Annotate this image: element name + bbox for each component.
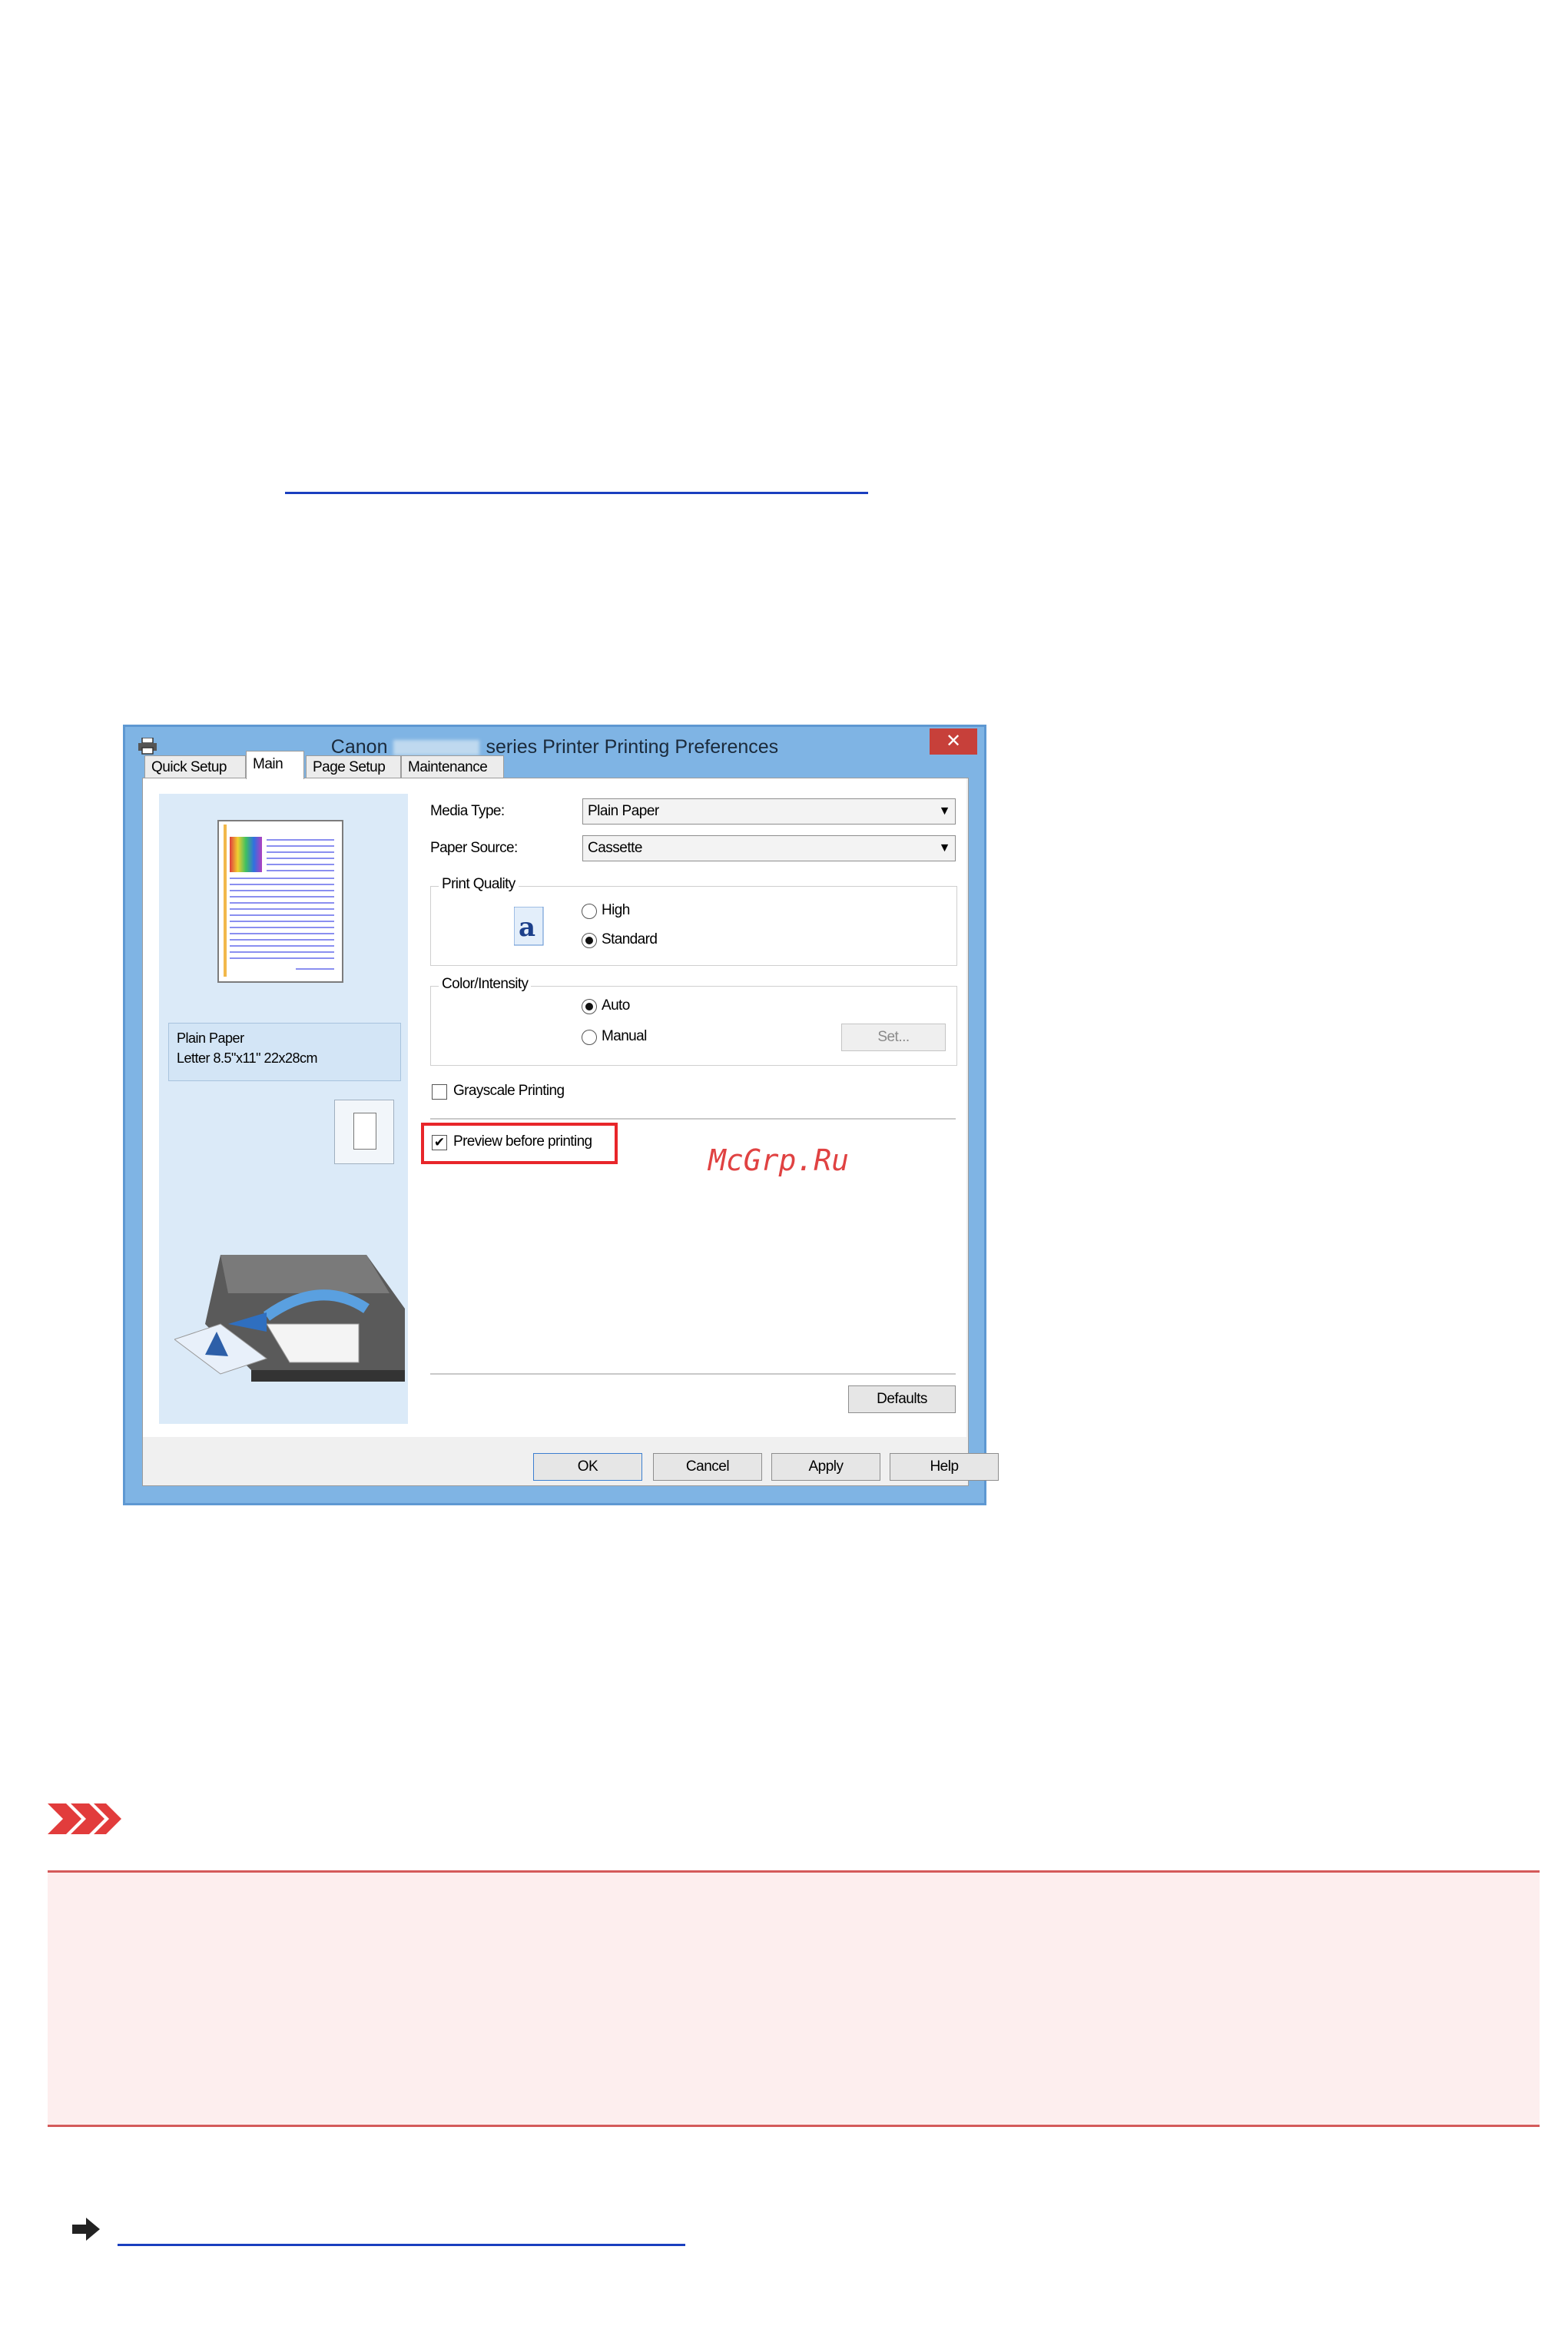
paper-source-value: Cassette xyxy=(588,840,642,856)
preview-checkbox[interactable]: ✔ xyxy=(432,1135,447,1150)
color-auto-label: Auto xyxy=(602,997,630,1014)
paper-info: Plain Paper Letter 8.5"x11" 22x28cm xyxy=(168,1023,401,1081)
color-manual-radio[interactable] xyxy=(582,1030,597,1045)
quality-high-label: High xyxy=(602,902,630,918)
printing-preferences-dialog: Canon series Printer Printing Preferences… xyxy=(123,725,999,1505)
media-type-label: Media Type: xyxy=(430,803,505,819)
help-button[interactable]: Help xyxy=(890,1453,999,1481)
media-type-value: Plain Paper xyxy=(588,803,659,819)
chevron-down-icon: ▼ xyxy=(938,841,951,854)
tab-page-setup[interactable]: Page Setup xyxy=(306,755,401,778)
chevron-down-icon: ▼ xyxy=(938,805,951,818)
info-size: Letter 8.5"x11" 22x28cm xyxy=(177,1050,318,1066)
tab-maintenance[interactable]: Maintenance xyxy=(401,755,504,778)
apply-button[interactable]: Apply xyxy=(771,1453,880,1481)
bottom-link[interactable] xyxy=(118,2244,685,2246)
right-arrow-icon xyxy=(72,2218,100,2241)
separator xyxy=(430,1118,956,1120)
ok-button[interactable]: OK xyxy=(533,1453,642,1481)
media-type-select[interactable]: Plain Paper ▼ xyxy=(582,798,956,825)
bottom-separator xyxy=(430,1373,956,1375)
grayscale-checkbox[interactable] xyxy=(432,1084,447,1100)
color-intensity-title: Color/Intensity xyxy=(439,976,532,993)
paper-source-select[interactable]: Cassette ▼ xyxy=(582,835,956,861)
info-media: Plain Paper xyxy=(177,1030,244,1046)
quality-standard-label: Standard xyxy=(602,931,658,947)
color-intensity-group: Color/Intensity Auto Manual Set... xyxy=(430,976,957,1066)
printer-illustration xyxy=(174,1255,405,1382)
top-link[interactable] xyxy=(285,492,868,494)
print-quality-group: Print Quality a High Standard xyxy=(430,876,957,966)
defaults-button[interactable]: Defaults xyxy=(848,1385,956,1413)
print-quality-title: Print Quality xyxy=(439,876,519,893)
svg-text:a: a xyxy=(519,912,535,943)
close-button[interactable]: ✕ xyxy=(930,728,977,755)
paper-source-label: Paper Source: xyxy=(430,840,518,856)
preview-label: Preview before printing xyxy=(453,1133,592,1150)
color-auto-radio[interactable] xyxy=(582,999,597,1014)
quality-icon: a xyxy=(514,907,544,946)
grayscale-label: Grayscale Printing xyxy=(453,1083,565,1099)
important-box xyxy=(48,1870,1540,2127)
preview-panel: Plain Paper Letter 8.5"x11" 22x28cm xyxy=(159,794,408,1424)
page-preview xyxy=(217,820,343,983)
set-button[interactable]: Set... xyxy=(841,1024,946,1051)
cancel-button[interactable]: Cancel xyxy=(653,1453,762,1481)
quality-standard-radio[interactable] xyxy=(582,933,597,948)
color-manual-label: Manual xyxy=(602,1028,647,1044)
page-preview-graphic xyxy=(224,825,334,977)
orientation-button[interactable] xyxy=(334,1100,394,1164)
watermark: McGrp.Ru xyxy=(708,1143,850,1177)
main-tab-page: Plain Paper Letter 8.5"x11" 22x28cm Medi… xyxy=(143,778,966,1437)
tab-panel: Quick Setup Main Page Setup Maintenance xyxy=(142,751,999,1486)
tab-main[interactable]: Main xyxy=(246,751,304,779)
quality-high-radio[interactable] xyxy=(582,904,597,919)
double-chevron-right-icon xyxy=(48,1803,121,1834)
portrait-page-icon xyxy=(353,1113,376,1150)
tab-quick-setup[interactable]: Quick Setup xyxy=(144,755,246,778)
